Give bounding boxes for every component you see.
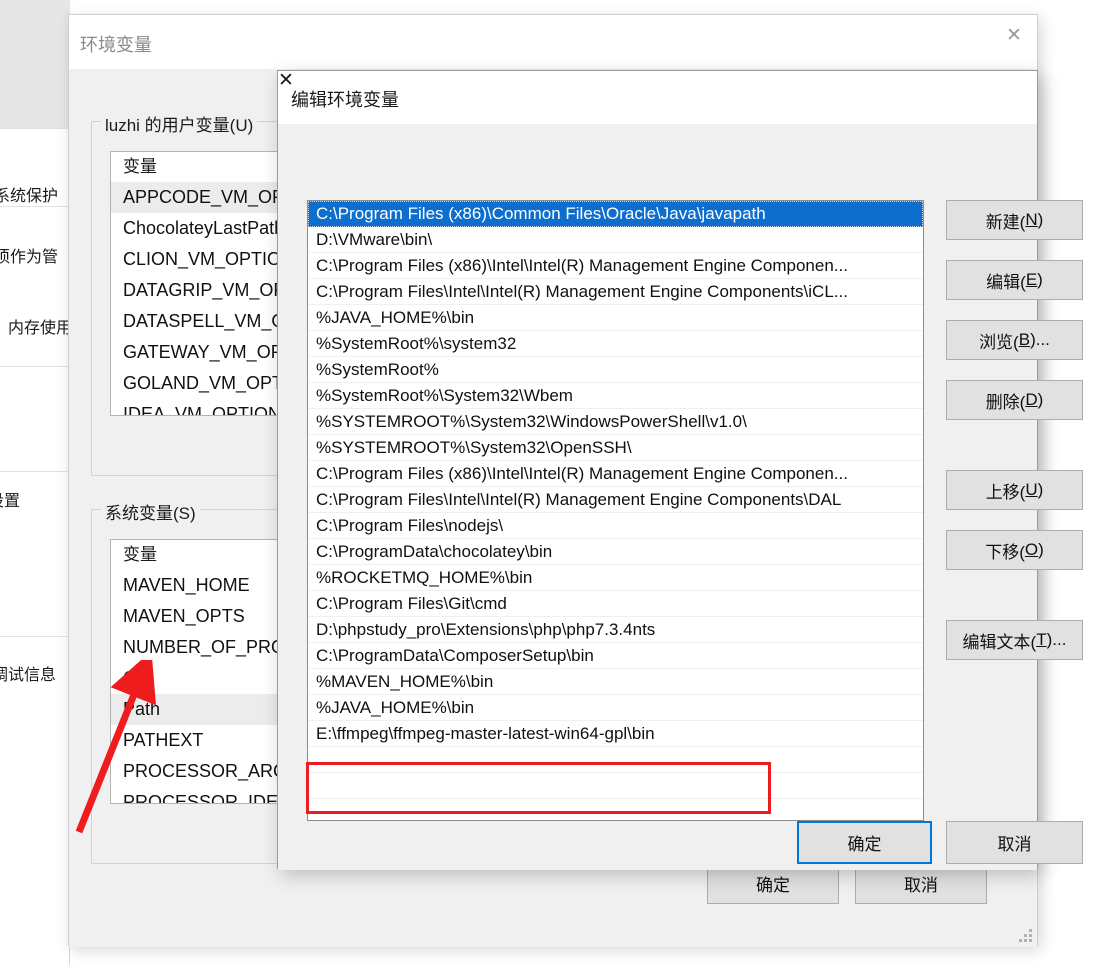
background-system-properties-window: 系统保护 须作为管 内存使用 设置 调试信息 <box>0 0 70 965</box>
path-entry-row[interactable]: C:\Program Files\nodejs\ <box>308 513 923 539</box>
background-text-system-protection: 系统保护 <box>0 188 59 205</box>
path-entry-row[interactable]: C:\Program Files (x86)\Intel\Intel(R) Ma… <box>308 461 923 487</box>
path-entry-row[interactable]: C:\Program Files\Intel\Intel(R) Manageme… <box>308 279 923 305</box>
path-entry-row[interactable]: %SystemRoot%\System32\Wbem <box>308 383 923 409</box>
inner-window-title: 编辑环境变量 <box>291 90 399 110</box>
move-down-button-label: 下移( <box>985 542 1025 562</box>
edit-button-label: 编辑( <box>986 272 1026 292</box>
edit-environment-variable-dialog: 编辑环境变量 ✕ C:\Program Files (x86)\Common F… <box>277 70 1083 870</box>
resize-grip-icon[interactable] <box>1019 929 1033 943</box>
inner-ok-button[interactable]: 确定 <box>797 821 932 864</box>
delete-button-accel: D <box>1025 390 1038 409</box>
edit-text-button-accel: T <box>1036 630 1047 649</box>
browse-button-accel: B <box>1018 330 1031 349</box>
path-entry-row[interactable]: %MAVEN_HOME%\bin <box>308 669 923 695</box>
path-entry-row[interactable]: %SystemRoot%\system32 <box>308 331 923 357</box>
path-entry-row[interactable]: C:\ProgramData\chocolatey\bin <box>308 539 923 565</box>
path-entry-row[interactable]: D:\VMware\bin\ <box>308 227 923 253</box>
edit-button-accel: E <box>1025 270 1038 289</box>
outer-close-button[interactable]: ✕ <box>991 15 1037 55</box>
user-variables-group-label: luzhi 的用户变量(U) <box>101 111 258 136</box>
move-down-button-accel: O <box>1024 540 1039 559</box>
background-text-settings: 设置 <box>0 493 21 510</box>
background-text-memory-usage: 内存使用 <box>8 320 70 337</box>
new-button[interactable]: 新建(N) <box>946 200 1083 240</box>
inner-dialog-body: C:\Program Files (x86)\Common Files\Orac… <box>278 124 1083 870</box>
browse-button-label: 浏览( <box>979 332 1019 352</box>
path-entry-row[interactable] <box>308 747 923 773</box>
path-entry-row[interactable]: C:\Program Files (x86)\Intel\Intel(R) Ma… <box>308 253 923 279</box>
background-text-admin-note: 须作为管 <box>0 249 59 266</box>
edit-button-tail: ) <box>1037 270 1043 289</box>
browse-button[interactable]: 浏览(B)... <box>946 320 1083 360</box>
background-panel-top <box>0 0 70 128</box>
edit-text-button[interactable]: 编辑文本(T)... <box>946 620 1083 660</box>
path-entry-row[interactable]: %SYSTEMROOT%\System32\OpenSSH\ <box>308 435 923 461</box>
system-variables-group-label: 系统变量(S) <box>101 499 200 524</box>
path-entry-row[interactable] <box>308 773 923 799</box>
inner-titlebar: 编辑环境变量 ✕ <box>278 71 1037 124</box>
move-up-button-accel: U <box>1025 480 1038 499</box>
path-entry-row[interactable]: C:\ProgramData\ComposerSetup\bin <box>308 643 923 669</box>
move-up-button-label: 上移( <box>985 482 1026 502</box>
background-strip <box>0 636 70 965</box>
path-entry-row[interactable]: %JAVA_HOME%\bin <box>308 695 923 721</box>
outer-window-title: 环境变量 <box>80 35 152 55</box>
background-text-debug-info: 调试信息 <box>0 667 57 684</box>
inner-cancel-button[interactable]: 取消 <box>946 821 1083 864</box>
new-button-label: 新建( <box>985 212 1026 232</box>
delete-button[interactable]: 删除(D) <box>946 380 1083 420</box>
path-entry-row[interactable]: %SystemRoot% <box>308 357 923 383</box>
close-icon: ✕ <box>1006 24 1022 46</box>
background-strip <box>0 206 70 366</box>
path-entry-row-ffmpeg[interactable]: E:\ffmpeg\ffmpeg-master-latest-win64-gpl… <box>308 721 923 747</box>
edit-button[interactable]: 编辑(E) <box>946 260 1083 300</box>
path-entry-row[interactable]: C:\Program Files\Intel\Intel(R) Manageme… <box>308 487 923 513</box>
path-entry-row[interactable]: %ROCKETMQ_HOME%\bin <box>308 565 923 591</box>
background-strip <box>0 366 70 471</box>
path-entry-row[interactable]: %SYSTEMROOT%\System32\WindowsPowerShell\… <box>308 409 923 435</box>
screen: 系统保护 须作为管 内存使用 设置 调试信息 环境变量 ✕ luzhi 的用户变… <box>0 0 1115 965</box>
new-button-accel: N <box>1025 210 1038 229</box>
move-down-button[interactable]: 下移(O) <box>946 530 1083 570</box>
path-entry-row[interactable]: C:\Program Files (x86)\Common Files\Orac… <box>308 201 923 227</box>
path-entries-listbox[interactable]: C:\Program Files (x86)\Common Files\Orac… <box>307 200 924 821</box>
browse-button-tail: )... <box>1030 330 1050 349</box>
path-entry-row[interactable]: D:\phpstudy_pro\Extensions\php\php7.3.4n… <box>308 617 923 643</box>
new-button-tail: ) <box>1037 210 1044 229</box>
edit-text-button-tail: )... <box>1046 630 1067 649</box>
path-entry-row[interactable]: %JAVA_HOME%\bin <box>308 305 923 331</box>
outer-titlebar: 环境变量 ✕ <box>69 15 1037 69</box>
move-up-button-tail: ) <box>1037 480 1044 499</box>
move-down-button-tail: ) <box>1038 540 1044 559</box>
edit-text-button-label: 编辑文本( <box>962 632 1037 652</box>
delete-button-tail: ) <box>1037 390 1044 409</box>
path-entry-row[interactable]: C:\Program Files\Git\cmd <box>308 591 923 617</box>
delete-button-label: 删除( <box>985 392 1026 412</box>
move-up-button[interactable]: 上移(U) <box>946 470 1083 510</box>
